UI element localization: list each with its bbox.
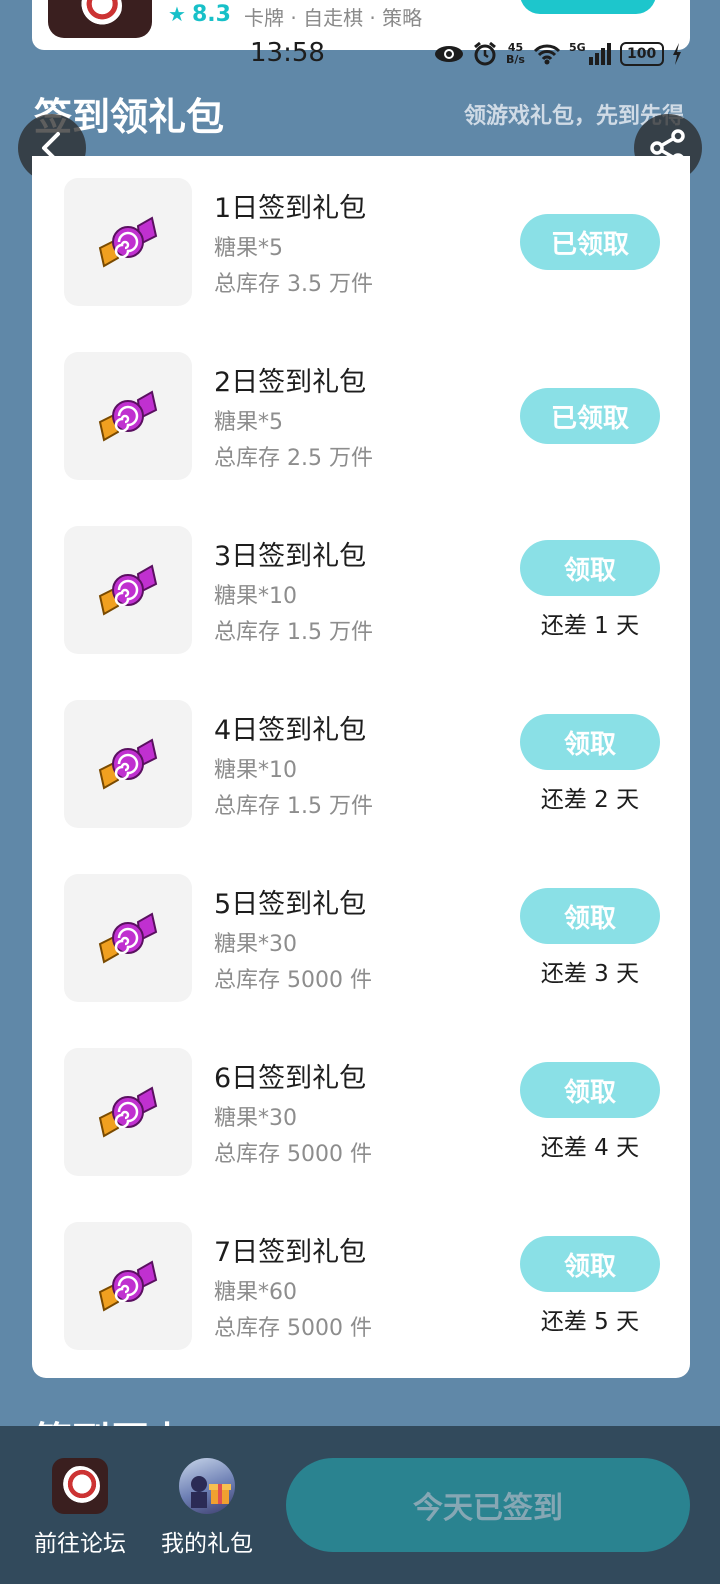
battery-indicator: 100 [619, 42, 664, 66]
eye-icon [435, 46, 463, 62]
gift-item: 糖果*30 [214, 932, 297, 957]
claim-button[interactable]: 领取 [520, 1236, 660, 1292]
gift-row-day-5: 5日签到礼包 糖果*30 总库存 5000 件 领取 还差 3 天 [32, 852, 690, 1002]
gift-row-day-6: 6日签到礼包 糖果*30 总库存 5000 件 领取 还差 4 天 [32, 1026, 690, 1176]
candy-icon [98, 1260, 158, 1312]
gift-box-icon-graphic [191, 1476, 231, 1508]
gift-title: 7日签到礼包 [214, 1237, 367, 1268]
signal-icon [588, 43, 611, 65]
gift-title: 4日签到礼包 [214, 715, 367, 746]
claim-button[interactable]: 领取 [520, 1062, 660, 1118]
gift-thumbnail [64, 352, 192, 480]
gift-title: 1日签到礼包 [214, 193, 367, 224]
forum-nav-button[interactable]: 前往论坛 [28, 1458, 132, 1558]
claimed-button[interactable]: 已领取 [520, 214, 660, 270]
candy-icon [98, 738, 158, 790]
status-time: 13:58 [250, 38, 325, 68]
gift-stock: 总库存 2.5 万件 [214, 446, 373, 471]
gift-row-day-3: 3日签到礼包 糖果*10 总库存 1.5 万件 领取 还差 1 天 [32, 504, 690, 654]
candy-icon [98, 216, 158, 268]
claim-button[interactable]: 领取 [520, 888, 660, 944]
candy-icon [98, 564, 158, 616]
claimed-button[interactable]: 已领取 [520, 388, 660, 444]
gift-thumbnail [64, 526, 192, 654]
days-remaining: 还差 2 天 [540, 787, 640, 813]
status-icons: 45 B/s 5G 100 [434, 38, 682, 70]
candy-icon [98, 912, 158, 964]
candy-icon [98, 1086, 158, 1138]
days-remaining: 还差 1 天 [540, 613, 640, 639]
gift-row-day-4: 4日签到礼包 糖果*10 总库存 1.5 万件 领取 还差 2 天 [32, 678, 690, 828]
gift-box-icon [179, 1458, 235, 1514]
gift-stock: 总库存 5000 件 [214, 1316, 372, 1341]
days-remaining: 还差 3 天 [540, 961, 640, 987]
star-icon: ★ [168, 2, 186, 26]
alarm-icon [474, 41, 496, 66]
gift-item: 糖果*5 [214, 410, 283, 435]
gift-row-day-7: 7日签到礼包 糖果*60 总库存 5000 件 领取 还差 5 天 [32, 1200, 690, 1350]
gift-item: 糖果*60 [214, 1280, 297, 1305]
gift-stock: 总库存 1.5 万件 [214, 620, 373, 645]
gift-thumbnail [64, 874, 192, 1002]
game-icon [48, 0, 152, 38]
forum-icon [52, 1458, 108, 1514]
rating-value: 8.3 [191, 2, 231, 27]
forum-label: 前往论坛 [34, 1531, 126, 1557]
gift-stock: 总库存 1.5 万件 [214, 794, 373, 819]
gift-stock: 总库存 3.5 万件 [214, 272, 373, 297]
claim-button[interactable]: 领取 [520, 540, 660, 596]
gift-title: 6日签到礼包 [214, 1063, 367, 1094]
network-type: 5G [568, 40, 586, 54]
gift-thumbnail [64, 1048, 192, 1176]
days-remaining: 还差 4 天 [540, 1135, 640, 1161]
gift-title: 3日签到礼包 [214, 541, 367, 572]
gift-title: 2日签到礼包 [214, 367, 367, 398]
game-action-button[interactable] [520, 0, 656, 14]
days-remaining: 还差 5 天 [540, 1309, 640, 1335]
gift-list: 1日签到礼包 糖果*5 总库存 3.5 万件 已领取 2日签到礼包 糖果*5 总… [32, 156, 690, 1378]
gift-item: 糖果*10 [214, 584, 297, 609]
gift-row-day-2: 2日签到礼包 糖果*5 总库存 2.5 万件 已领取 [32, 330, 690, 480]
gift-item: 糖果*10 [214, 758, 297, 783]
speed-unit: B/s [506, 53, 525, 66]
candy-icon [98, 390, 158, 442]
gift-item: 糖果*5 [214, 236, 283, 261]
gift-stock: 总库存 5000 件 [214, 1142, 372, 1167]
game-rating: ★ 8.3 [168, 2, 231, 27]
gift-title: 5日签到礼包 [214, 889, 367, 920]
gift-thumbnail [64, 700, 192, 828]
wifi-icon [533, 44, 561, 65]
bottom-action-bar: 前往论坛 我的礼包 今天已签到 [0, 1426, 720, 1584]
gift-thumbnail [64, 1222, 192, 1350]
gift-item: 糖果*30 [214, 1106, 297, 1131]
my-gifts-label: 我的礼包 [161, 1531, 253, 1557]
claim-button[interactable]: 领取 [520, 714, 660, 770]
my-gifts-nav-button[interactable]: 我的礼包 [152, 1458, 262, 1558]
game-tags: 卡牌 · 自走棋 · 策略 [244, 6, 423, 30]
gift-thumbnail [64, 178, 192, 306]
checked-in-button[interactable]: 今天已签到 [286, 1458, 690, 1552]
gift-row-day-1: 1日签到礼包 糖果*5 总库存 3.5 万件 已领取 [32, 156, 690, 306]
network-speed: 45 B/s [506, 42, 525, 66]
gift-stock: 总库存 5000 件 [214, 968, 372, 993]
charging-icon [672, 43, 681, 65]
